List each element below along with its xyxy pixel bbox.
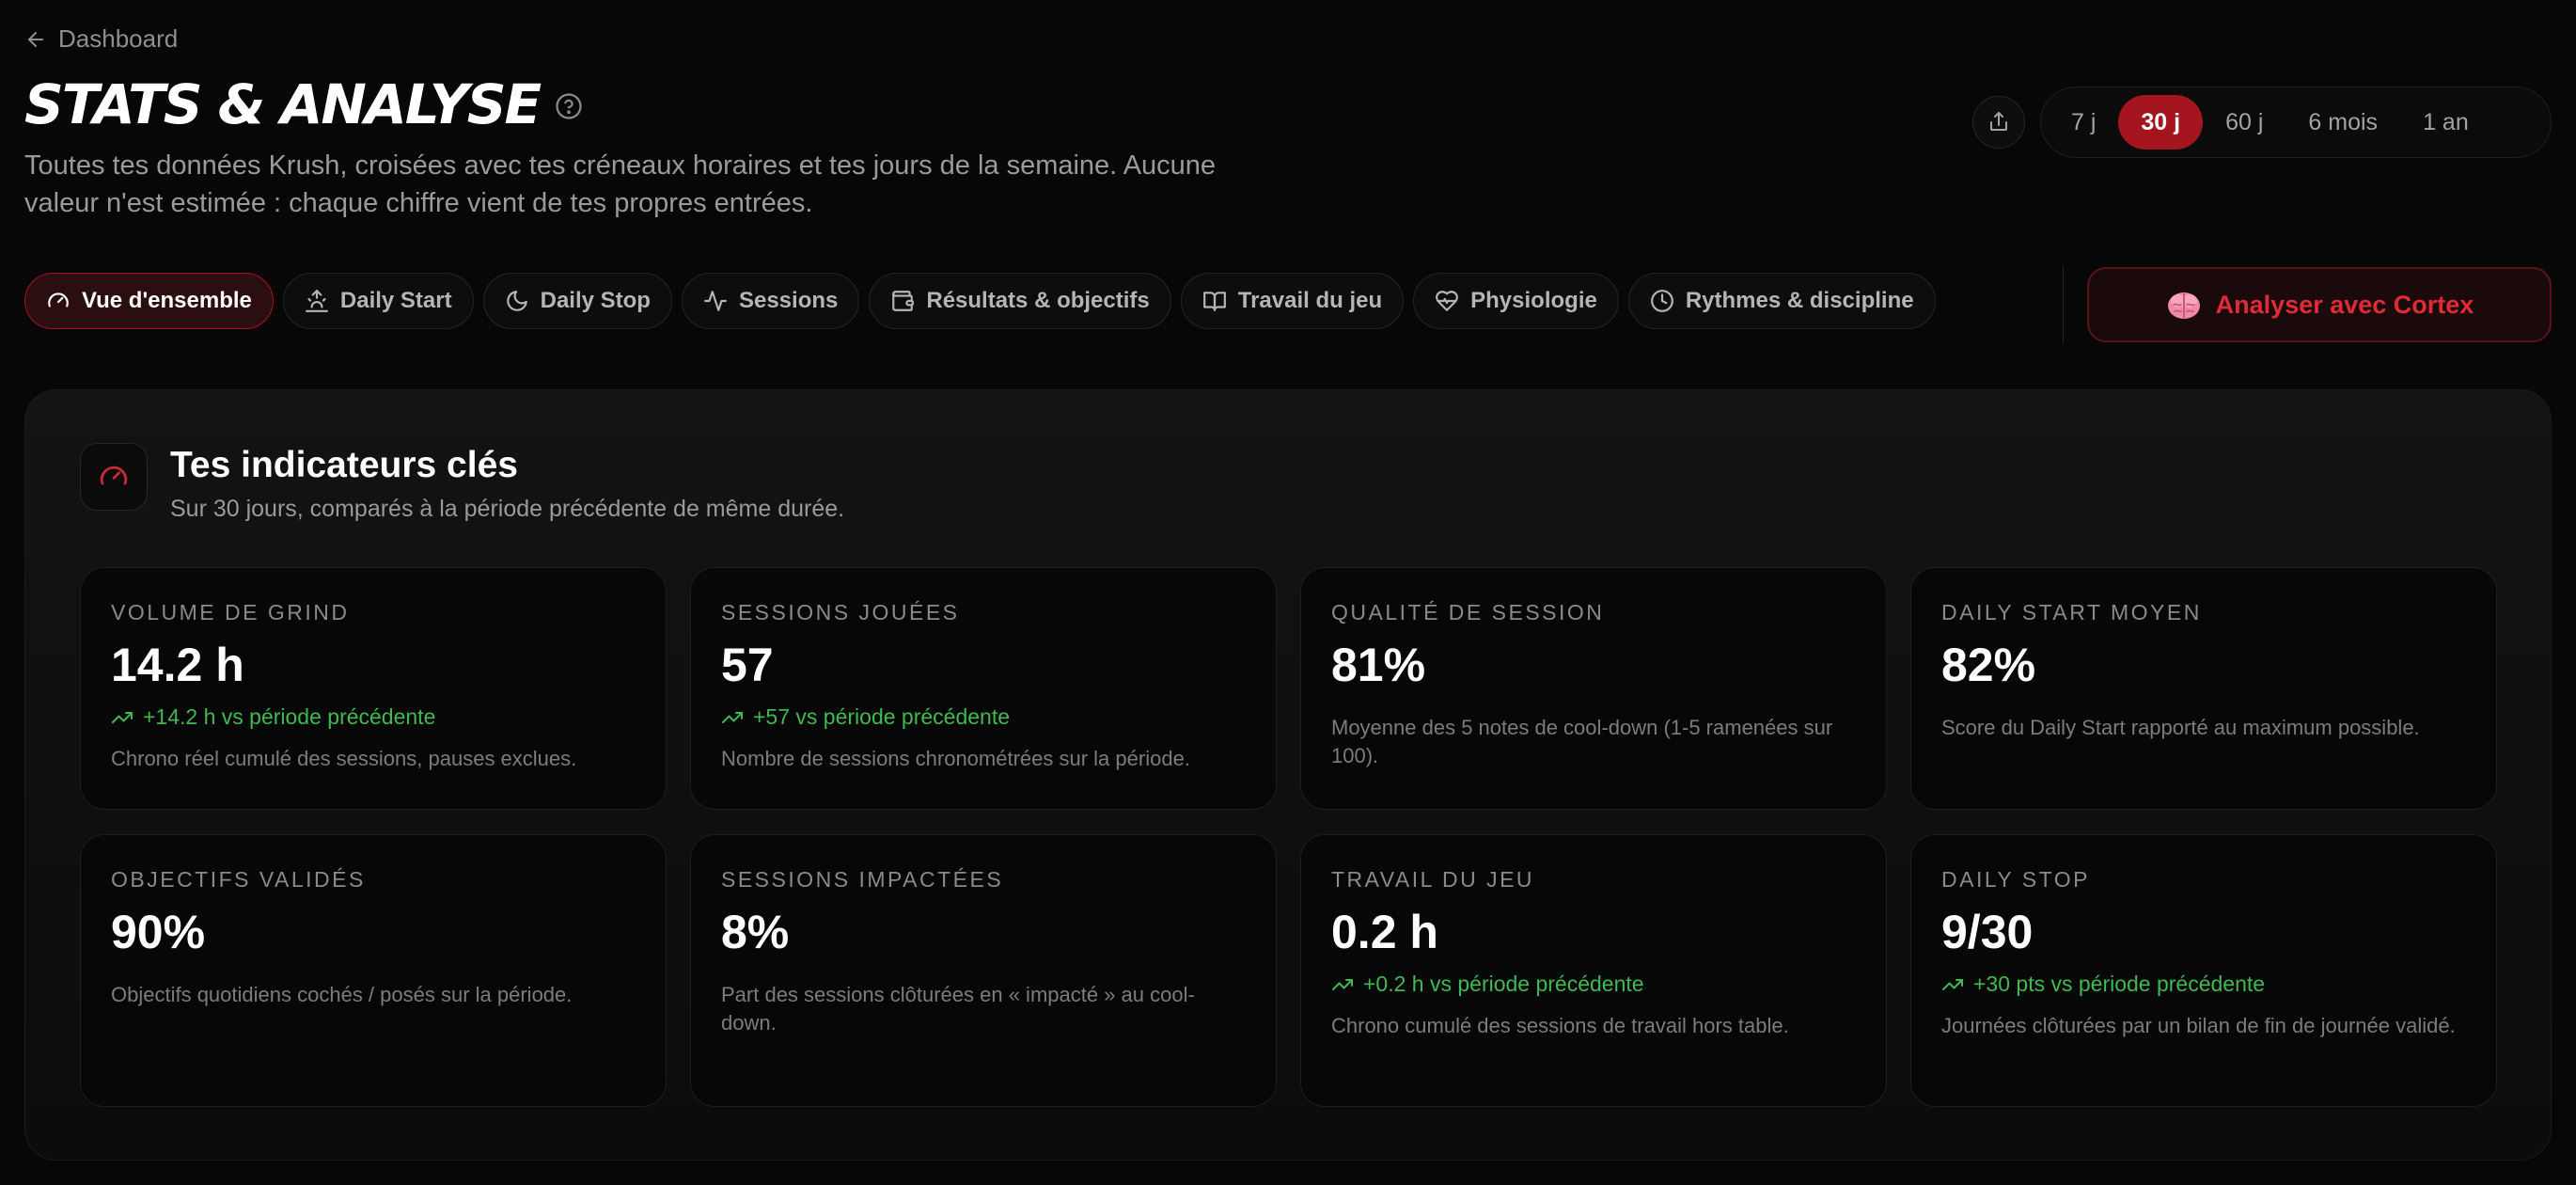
panel-title: Tes indicateurs clés: [170, 445, 518, 485]
heart-pulse-icon: [1435, 289, 1459, 313]
kpi-delta: +57 vs période précédente: [721, 704, 1246, 730]
kpi-label: SESSIONS JOUÉES: [721, 600, 960, 624]
kpi-label: QUALITÉ DE SESSION: [1331, 600, 1605, 624]
kpi-label: DAILY STOP: [1941, 867, 2090, 892]
gauge-icon: [80, 443, 148, 511]
tab-sessions[interactable]: Sessions: [681, 273, 860, 329]
share-button[interactable]: [1972, 96, 2025, 149]
page-title: STATS & ANALYSE: [24, 72, 542, 136]
kpi-value: 82%: [1941, 639, 2036, 691]
back-link-label: Dashboard: [58, 24, 179, 53]
period-option-60j[interactable]: 60 j: [2203, 95, 2285, 150]
cortex-button-label: Analyser avec Cortex: [2215, 290, 2474, 319]
analyze-cortex-button[interactable]: Analyser avec Cortex: [2087, 267, 2552, 342]
tab-label: Travail du jeu: [1237, 288, 1383, 313]
tab-label: Vue d'ensemble: [82, 288, 252, 313]
page-subtitle: Toutes tes données Krush, croisées avec …: [24, 150, 1217, 218]
trending-up-icon: [1941, 973, 1964, 996]
tab-physiologie[interactable]: Physiologie: [1413, 273, 1619, 329]
kpi-description: Part des sessions clôturées en « impacté…: [721, 983, 1195, 1035]
kpi-label: OBJECTIFS VALIDÉS: [111, 867, 366, 892]
tab-resultats-objectifs[interactable]: Résultats & objectifs: [869, 273, 1171, 329]
kpi-label: VOLUME DE GRIND: [111, 600, 350, 624]
kpi-card-objectifs-valides: OBJECTIFS VALIDÉS 90% Objectifs quotidie…: [80, 834, 667, 1107]
kpi-description: Objectifs quotidiens cochés / posés sur …: [111, 983, 573, 1006]
kpi-card-sessions-impactees: SESSIONS IMPACTÉES 8% Part des sessions …: [690, 834, 1277, 1107]
tab-label: Résultats & objectifs: [926, 288, 1150, 313]
kpi-description: Score du Daily Start rapporté au maximum…: [1941, 716, 2420, 739]
tab-label: Daily Start: [339, 288, 452, 313]
tab-daily-stop[interactable]: Daily Stop: [482, 273, 672, 329]
toolbar-divider: [2063, 265, 2064, 344]
kpi-label: TRAVAIL DU JEU: [1331, 867, 1535, 892]
trending-up-icon: [721, 706, 744, 729]
trending-up-icon: [1331, 973, 1354, 996]
tab-bar: Vue d'ensemble Daily Start Daily Stop Se…: [24, 273, 1936, 329]
page-header: STATS & ANALYSE: [24, 71, 583, 137]
kpi-delta: +0.2 h vs période précédente: [1331, 972, 1856, 997]
trending-up-icon: [111, 706, 134, 729]
kpi-delta: +30 pts vs période précédente: [1941, 972, 2466, 997]
period-option-7j[interactable]: 7 j: [2049, 95, 2118, 150]
period-option-30j[interactable]: 30 j: [2118, 95, 2204, 150]
kpi-label: SESSIONS IMPACTÉES: [721, 867, 1004, 892]
kpi-delta-text: +57 vs période précédente: [753, 704, 1011, 729]
period-option-6mois[interactable]: 6 mois: [2285, 95, 2400, 150]
kpi-grid: VOLUME DE GRIND 14.2 h +14.2 h vs périod…: [80, 567, 2497, 1107]
gauge-icon: [46, 289, 71, 313]
kpi-description: Moyenne des 5 notes de cool-down (1-5 ra…: [1331, 716, 1833, 767]
kpi-value: 57: [721, 639, 774, 691]
help-circle-icon[interactable]: [555, 92, 583, 120]
kpi-delta-text: +0.2 h vs période précédente: [1363, 972, 1644, 996]
kpi-description: Chrono réel cumulé des sessions, pauses …: [111, 747, 577, 770]
kpi-card-sessions-jouees: SESSIONS JOUÉES 57 +57 vs période précéd…: [690, 567, 1277, 810]
kpi-delta-text: +14.2 h vs période précédente: [143, 704, 436, 729]
kpi-card-daily-stop: DAILY STOP 9/30 +30 pts vs période précé…: [1910, 834, 2497, 1107]
kpi-value: 90%: [111, 906, 206, 958]
tab-rythmes-discipline[interactable]: Rythmes & discipline: [1627, 273, 1936, 329]
kpi-value: 8%: [721, 906, 790, 958]
key-indicators-panel: Tes indicateurs clés Sur 30 jours, compa…: [24, 389, 2552, 1161]
tab-vue-ensemble[interactable]: Vue d'ensemble: [24, 273, 274, 329]
activity-icon: [703, 289, 728, 313]
moon-icon: [505, 289, 529, 313]
kpi-description: Nombre de sessions chronométrées sur la …: [721, 747, 1190, 770]
kpi-delta: +14.2 h vs période précédente: [111, 704, 636, 730]
kpi-value: 0.2 h: [1331, 906, 1438, 958]
tab-label: Rythmes & discipline: [1685, 288, 1914, 313]
period-option-1an[interactable]: 1 an: [2400, 95, 2491, 150]
kpi-delta-text: +30 pts vs période précédente: [1973, 972, 2266, 996]
period-selector: 7 j 30 j 60 j 6 mois 1 an: [2040, 87, 2552, 158]
book-icon: [1202, 289, 1227, 313]
kpi-label: DAILY START MOYEN: [1941, 600, 2202, 624]
kpi-description: Chrono cumulé des sessions de travail ho…: [1331, 1014, 1789, 1037]
clock-icon: [1650, 289, 1674, 313]
kpi-card-qualite-session: QUALITÉ DE SESSION 81% Moyenne des 5 not…: [1300, 567, 1887, 810]
kpi-value: 81%: [1331, 639, 1426, 691]
kpi-card-travail-du-jeu: TRAVAIL DU JEU 0.2 h +0.2 h vs période p…: [1300, 834, 1887, 1107]
tab-travail-du-jeu[interactable]: Travail du jeu: [1180, 273, 1405, 329]
share-icon: [1987, 111, 2010, 134]
wallet-icon: [890, 289, 915, 313]
kpi-card-daily-start-moyen: DAILY START MOYEN 82% Score du Daily Sta…: [1910, 567, 2497, 810]
kpi-card-volume-grind: VOLUME DE GRIND 14.2 h +14.2 h vs périod…: [80, 567, 667, 810]
kpi-description: Journées clôturées par un bilan de fin d…: [1941, 1014, 2456, 1037]
back-link[interactable]: Dashboard: [24, 24, 178, 54]
panel-subtitle: Sur 30 jours, comparés à la période préc…: [170, 496, 845, 522]
kpi-value: 9/30: [1941, 906, 2034, 958]
kpi-value: 14.2 h: [111, 639, 244, 691]
tab-daily-start[interactable]: Daily Start: [282, 273, 474, 329]
sunrise-icon: [305, 289, 329, 313]
tab-label: Physiologie: [1470, 288, 1597, 313]
tab-label: Daily Stop: [540, 288, 651, 313]
arrow-left-icon: [24, 28, 47, 51]
brain-icon: [2165, 286, 2203, 324]
tab-label: Sessions: [738, 288, 839, 313]
